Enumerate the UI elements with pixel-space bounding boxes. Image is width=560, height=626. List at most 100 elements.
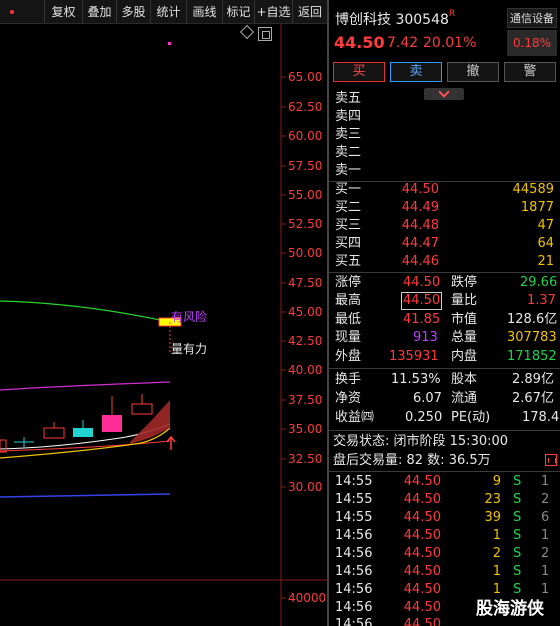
ma-blue-line [0,493,171,498]
tick-volume: 2 [492,546,501,561]
limit-down-value: 29.66 [520,275,558,290]
float-value: 2.67亿 [512,391,554,406]
adjust-rights-button[interactable]: 复权 [44,0,82,24]
price-tick-label: 62.50 [288,100,323,114]
order-label: 买三 [335,218,362,233]
cancel-button[interactable]: 撤 [447,62,499,82]
tick-side: S [513,510,522,525]
statistics-button[interactable]: 统计 [150,0,186,24]
tick-price: 44.50 [403,564,441,579]
tick-price: 44.50 [403,474,441,489]
eps-label: 收益㈣ [335,410,375,425]
price-tick-label: 35.00 [288,422,323,436]
tick-side: S [513,546,522,561]
sell-button[interactable]: 卖 [390,62,442,82]
tick-side: S [513,474,522,489]
order-price: 44.46 [401,254,439,269]
order-volume: 47 [537,218,554,233]
tick-time: 14:56 [335,528,373,543]
tick-time: 14:56 [335,582,373,597]
tick-row: 14:55 44.50 9 S 1 [329,473,560,491]
turnover-label: 换手 [335,372,362,387]
alert-button[interactable]: 警 [504,62,556,82]
current-price: 44.50 [334,33,385,52]
price-change: 7.42 [387,35,419,51]
tick-volume: 1 [492,528,501,543]
sell-order-row: 卖四 [329,108,560,126]
stock-name: 博创科技 300548R [335,9,455,29]
order-volume: 21 [537,254,554,269]
vol-ratio-value: 1.37 [527,293,556,308]
quote-panel: 博创科技 300548R 通信设备 0.18% 44.50 7.42 20.01… [327,0,560,626]
price-tick-label: 30.00 [288,480,323,494]
ma-magenta-line [0,381,171,391]
sector-button[interactable]: 通信设备 [507,8,557,28]
price-tick-label: 37.50 [288,393,323,407]
order-volume: 44589 [512,182,554,197]
kline-chart-svg [0,24,327,626]
restore-window-icon[interactable] [258,27,272,41]
tick-count: 1 [541,564,550,579]
total-vol-label: 总量 [451,330,478,345]
back-button[interactable]: 返回 [292,0,327,24]
buy-order-row: 买三 44.48 47 [329,217,560,235]
tick-row: 14:55 44.50 39 S 6 [329,509,560,527]
tick-volume: 1 [492,564,501,579]
chart-toolbar: 复权 叠加 多股 统计 画线 标记 +自选 返回 [0,0,327,24]
nav-value: 6.07 [413,391,442,406]
outer-label: 外盘 [335,349,362,364]
multi-stock-button[interactable]: 多股 [116,0,150,24]
tick-time: 14:56 [335,546,373,561]
current-vol-value: 913 [413,330,438,345]
high-value: 44.50 [401,292,443,310]
price-tick-label: 40.00 [288,363,323,377]
tick-volume: 9 [492,474,501,489]
watermark: 股海游侠 [476,599,544,619]
order-label: 买四 [335,236,362,251]
draw-line-button[interactable]: 画线 [186,0,222,24]
order-price: 44.49 [401,200,439,215]
tick-row: 14:55 44.50 23 S 2 [329,491,560,509]
kline-chart[interactable]: 有风险 量有力 65.00 62.50 60.00 57.50 55.00 52… [0,24,327,626]
mark-button[interactable]: 标记 [222,0,254,24]
total-vol-value: 307783 [507,330,557,345]
add-watchlist-button[interactable]: +自选 [254,0,292,24]
sell-order-row: 卖三 [329,126,560,144]
limit-down-label: 跌停 [451,275,478,290]
sector-change: 0.18% [507,30,557,56]
sell-order-row: 卖一 [329,162,560,180]
order-price: 44.50 [401,182,439,197]
price-tick-label: 50.00 [288,246,323,260]
tick-time: 14:55 [335,492,373,507]
tick-side: S [513,492,522,507]
mkt-cap-label: 市值 [451,312,478,327]
price-tick-label: 45.00 [288,305,323,319]
shares-label: 股本 [451,372,478,387]
tick-price: 44.50 [403,600,441,615]
inner-label: 内盘 [451,349,478,364]
tick-count: 2 [541,546,550,561]
buy-button[interactable]: 买 [333,62,385,82]
bar-chart-icon[interactable] [545,454,557,466]
pe-value: 178.4 [522,410,560,425]
tick-volume: 39 [484,510,501,525]
ma-green-line [0,300,171,323]
divider [329,368,560,369]
outer-value: 135931 [389,349,439,364]
overlay-button[interactable]: 叠加 [82,0,116,24]
float-label: 流通 [451,391,478,406]
divider [329,430,560,431]
price-tick-label: 42.50 [288,334,323,348]
buy-order-row: 买二 44.49 1877 [329,199,560,217]
tick-price: 44.50 [403,510,441,525]
vol-ratio-label: 量比 [451,293,478,308]
price-tick-label: 65.00 [288,70,323,84]
tick-row: 14:56 44.50 1 S 1 [329,563,560,581]
low-value: 41.85 [403,312,441,327]
stock-badge: R [448,9,456,19]
price-tick-label: 47.50 [288,276,323,290]
order-label: 卖五 [335,91,362,106]
price-tick-label: 52.50 [288,217,323,231]
tick-time: 14:56 [335,564,373,579]
tick-side: S [513,528,522,543]
